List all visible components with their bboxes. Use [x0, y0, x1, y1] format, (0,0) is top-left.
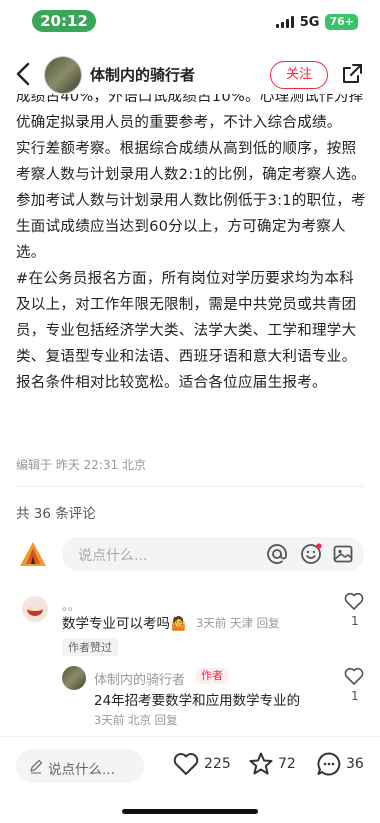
say-something-button[interactable]: 说点什么... — [16, 749, 144, 783]
mention-icon[interactable] — [266, 543, 288, 565]
follow-button[interactable]: 关注 — [270, 61, 328, 89]
author-avatar[interactable] — [44, 56, 82, 94]
like-count: 1 — [351, 614, 359, 628]
note-paragraph: #在公务员报名方面，所有岗位对学历要求均为本科及以上，对工作年限无限制，需是中共… — [16, 271, 357, 391]
say-something-label: 说点什么... — [48, 762, 115, 778]
note-paragraph: 实行差额考察。根据综合成绩从高到低的顺序，按照考察人数与计划录用人数2:1的比例… — [16, 141, 366, 261]
favorite-button[interactable]: 72 — [248, 751, 296, 777]
note-body: 成绩占40%，外语口试成绩占10%。心理测试作为择优确定拟录用人员的重要参考，不… — [16, 94, 366, 446]
comment-placeholder: 说点什么... — [78, 548, 148, 564]
comment-time-location: 3天前 天津 — [196, 616, 253, 630]
heart-icon — [173, 753, 199, 775]
divider — [16, 486, 364, 487]
reply-button[interactable]: 回复 — [155, 713, 178, 727]
comment-text[interactable]: 数学专业可以考吗🤷 — [62, 612, 187, 632]
comment-input[interactable]: 说点什么... — [62, 537, 364, 571]
edit-timestamp: 编辑于 昨天 22:31 北京 — [16, 458, 147, 472]
user-avatar — [20, 542, 46, 566]
share-icon[interactable] — [340, 62, 364, 86]
favorite-total: 72 — [278, 756, 296, 772]
comment-button[interactable]: 36 — [316, 751, 364, 777]
note-header: 体制内的骑行者 关注 — [0, 50, 380, 98]
network-type: 5G — [299, 14, 320, 30]
back-arrow-icon[interactable] — [12, 60, 36, 88]
note-paragraph: 成绩占40%，外语口试成绩占10%。心理测试作为择优确定拟录用人员的重要参考，不… — [16, 94, 364, 131]
status-bar: 20:12 5G 76+ — [0, 0, 380, 42]
reply-text[interactable]: 24年招考要数学和应用数学专业的 — [94, 689, 300, 709]
like-count: 1 — [351, 689, 359, 703]
reply-time-location: 3天前 北京 — [94, 713, 151, 727]
like-total: 225 — [204, 756, 231, 772]
signal-icon — [275, 16, 294, 28]
comment-total: 36 — [346, 756, 364, 772]
reply-meta: 3天前 北京 回复 — [94, 712, 178, 728]
bottom-action-bar: 说点什么... 225 72 36 — [0, 736, 380, 823]
like-heart-icon[interactable] — [343, 590, 365, 612]
reply-button[interactable]: 回复 — [257, 616, 280, 630]
author-name[interactable]: 体制内的骑行者 — [90, 64, 195, 85]
reply-author-avatar[interactable] — [62, 666, 86, 690]
bowl-icon — [27, 607, 43, 616]
author-liked-badge: 作者赞过 — [62, 638, 118, 656]
like-button[interactable]: 225 — [172, 751, 231, 777]
comment-bubble-icon — [317, 752, 341, 776]
emoji-icon[interactable] — [300, 543, 322, 565]
reply-author-name[interactable]: 体制内的骑行者 — [94, 669, 185, 688]
star-icon — [249, 752, 273, 775]
pen-icon — [30, 759, 43, 774]
comment-meta: 3天前 天津 回复 — [196, 615, 280, 631]
commenter-avatar[interactable] — [22, 596, 48, 622]
author-tag: 作者 — [196, 668, 228, 684]
image-icon[interactable] — [332, 543, 354, 565]
battery-icon: 76+ — [325, 14, 358, 30]
comments-count: 共 36 条评论 — [16, 506, 96, 522]
like-heart-icon[interactable] — [343, 665, 365, 687]
status-time: 20:12 — [32, 10, 96, 32]
status-indicators: 5G 76+ — [275, 14, 358, 30]
home-indicator — [122, 809, 258, 814]
